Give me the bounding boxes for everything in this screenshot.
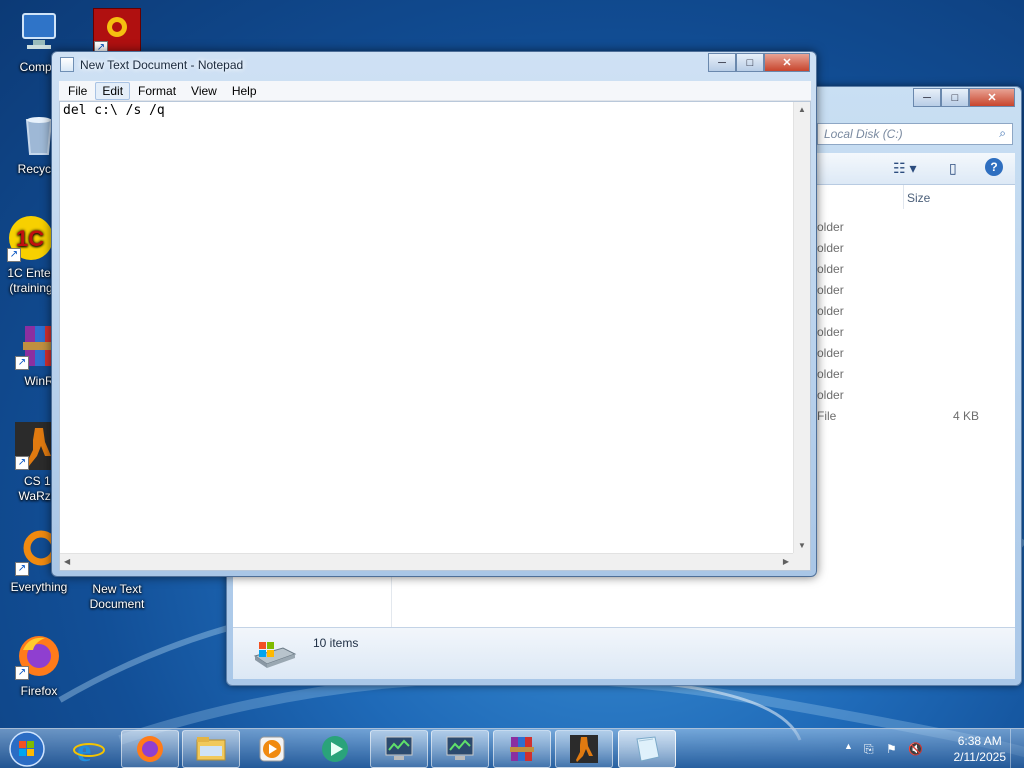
file-row-size: 4 KB — [953, 409, 980, 423]
menu-file[interactable]: File — [61, 82, 94, 100]
scroll-right-icon[interactable]: ▶ — [783, 557, 789, 566]
explorer-maximize-button[interactable]: □ — [941, 88, 969, 107]
notepad-window-controls: ─ □ ✕ — [708, 53, 810, 72]
notepad-window[interactable]: New Text Document - Notepad ─ □ ✕ File E… — [51, 51, 817, 577]
shortcut-arrow-icon: ↗ — [15, 666, 29, 680]
start-button[interactable] — [5, 729, 49, 768]
taskbar-remote-desktop-1[interactable] — [370, 730, 428, 768]
size-grip[interactable] — [793, 553, 810, 570]
file-row-type: older — [817, 304, 844, 318]
death-app-icon: ↗ — [93, 8, 141, 56]
minimize-button[interactable]: ─ — [708, 53, 736, 72]
editor-content[interactable]: del c:\ /s /q — [63, 103, 165, 118]
file-row-type: older — [817, 346, 844, 360]
notepad-title-bar[interactable]: New Text Document - Notepad — [60, 57, 243, 72]
taskbar-internet-explorer[interactable]: e — [60, 730, 118, 768]
horizontal-scrollbar[interactable]: ◀ ▶ — [60, 553, 793, 570]
shortcut-arrow-icon: ↗ — [15, 456, 29, 470]
monitor-icon — [446, 736, 474, 760]
view-options-icon[interactable]: ☷ ▾ — [893, 160, 916, 177]
close-button[interactable]: ✕ — [764, 53, 810, 72]
volume-muted-icon[interactable]: 🔇 — [908, 742, 923, 756]
column-divider[interactable] — [903, 185, 904, 209]
system-tray: ▲ ⎘ ⚑ 🔇 6:38 AM 2/11/2025 — [834, 729, 1024, 768]
show-desktop-button[interactable] — [1010, 729, 1024, 768]
file-row-type: older — [817, 325, 844, 339]
preview-pane-icon[interactable]: ▯ — [949, 160, 957, 177]
action-center-flag-icon[interactable]: ⚑ — [886, 742, 897, 756]
desktop-icon-label: New Text Document — [89, 582, 145, 611]
vertical-scrollbar[interactable]: ▲ ▼ — [793, 102, 810, 553]
network-icon[interactable]: ⎘ — [864, 742, 874, 757]
notepad-icon — [636, 736, 660, 762]
search-icon[interactable]: ⌕ — [999, 126, 1006, 141]
explorer-window-controls: ─ □ ✕ — [913, 88, 1015, 107]
firefox-icon — [137, 736, 163, 762]
explorer-status-bar: 10 items — [233, 627, 1015, 679]
scroll-down-icon[interactable]: ▼ — [798, 541, 806, 550]
media-center-icon — [322, 736, 348, 762]
winrar-icon — [510, 737, 534, 761]
window-title: New Text Document - Notepad — [80, 57, 244, 72]
svg-text:e: e — [77, 733, 91, 765]
file-row-type: older — [817, 388, 844, 402]
clock-date: 2/11/2025 — [953, 750, 1007, 764]
menu-edit[interactable]: Edit — [95, 81, 131, 100]
explorer-close-button[interactable]: ✕ — [969, 88, 1015, 107]
file-row-type: older — [817, 241, 844, 255]
maximize-button[interactable]: □ — [736, 53, 764, 72]
taskbar-winrar[interactable] — [493, 730, 551, 768]
text-editor[interactable]: del c:\ /s /q ▲ ▼ ◀ ▶ — [59, 101, 811, 571]
file-row-type: older — [817, 262, 844, 276]
firefox-icon: ↗ — [15, 632, 63, 680]
taskbar-firefox[interactable] — [121, 730, 179, 768]
file-row-type: older — [817, 283, 844, 297]
search-placeholder: Local Disk (C:) — [824, 127, 903, 141]
desktop-icon-label: Firefox — [20, 684, 58, 698]
taskbar-notepad[interactable] — [618, 730, 676, 768]
taskbar-media-player[interactable] — [243, 730, 301, 768]
shortcut-arrow-icon: ↗ — [15, 562, 29, 576]
clock[interactable]: 6:38 AM 2/11/2025 — [954, 733, 1007, 765]
taskbar-counter-strike[interactable] — [555, 730, 613, 768]
help-icon[interactable]: ? — [985, 158, 1003, 176]
taskbar: e ▲ ⎘ ⚑ 🔇 6:38 AM 2/11/2025 — [0, 728, 1024, 768]
computer-icon — [15, 8, 63, 56]
menu-help[interactable]: Help — [225, 82, 264, 100]
taskbar-windows-explorer[interactable] — [182, 730, 240, 768]
file-row-type: older — [817, 220, 844, 234]
clock-time: 6:38 AM — [957, 734, 1002, 748]
monitor-icon — [385, 736, 413, 760]
taskbar-media-center[interactable] — [306, 730, 364, 768]
menu-format[interactable]: Format — [131, 82, 183, 100]
item-count: 10 items — [313, 636, 359, 650]
column-header-size[interactable]: Size — [907, 185, 930, 205]
desktop-icon-label: Everything — [10, 580, 68, 594]
menu-view[interactable]: View — [184, 82, 224, 100]
file-row-type: older — [817, 367, 844, 381]
menu-bar: File Edit Format View Help — [59, 81, 811, 101]
desktop-icon-firefox[interactable]: ↗ Firefox — [2, 632, 76, 699]
show-hidden-icons-icon[interactable]: ▲ — [844, 741, 853, 751]
file-row-type: File — [817, 409, 837, 423]
cs-icon — [570, 735, 598, 763]
folder-icon — [196, 737, 226, 761]
media-player-icon — [259, 736, 285, 762]
scroll-up-icon[interactable]: ▲ — [798, 105, 806, 114]
taskbar-remote-desktop-2[interactable] — [431, 730, 489, 768]
notepad-icon — [60, 57, 74, 72]
shortcut-arrow-icon: ↗ — [15, 356, 29, 370]
search-input[interactable]: Local Disk (C:) ⌕ — [817, 123, 1013, 145]
local-disk-icon — [251, 638, 297, 670]
shortcut-arrow-icon: ↗ — [7, 248, 21, 262]
1c-icon: 1C ↗ — [7, 214, 55, 262]
explorer-minimize-button[interactable]: ─ — [913, 88, 941, 107]
internet-explorer-icon: e — [73, 733, 105, 765]
scroll-left-icon[interactable]: ◀ — [64, 557, 70, 566]
